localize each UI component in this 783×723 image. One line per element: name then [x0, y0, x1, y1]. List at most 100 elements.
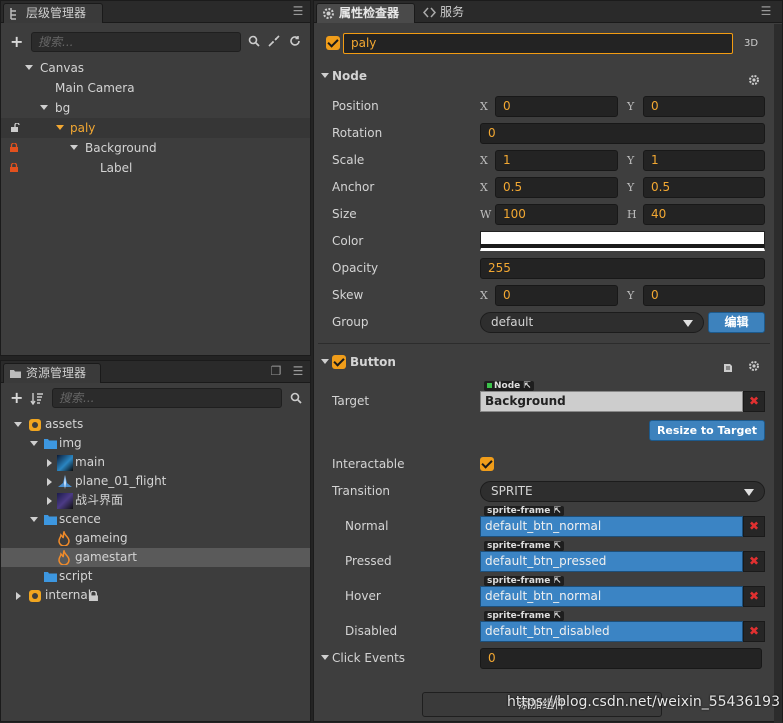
anchor-x-input[interactable]: 0.5 — [495, 177, 618, 198]
tab-assets[interactable]: 资源管理器 — [3, 363, 101, 383]
transition-select[interactable]: SPRITE — [480, 481, 765, 502]
mode-3d-toggle[interactable]: 3D — [744, 38, 758, 49]
scale-x-input[interactable]: 1 — [495, 150, 618, 171]
external-link-icon[interactable]: ⇱ — [523, 381, 531, 391]
sort-icon[interactable] — [30, 392, 44, 408]
help-book-icon[interactable] — [723, 357, 733, 372]
popout-icon[interactable]: ❐ — [270, 365, 282, 377]
hierarchy-search-input[interactable]: 搜索... — [31, 32, 241, 52]
tab-hierarchy[interactable]: 层级管理器 — [3, 3, 103, 23]
position-y-axis[interactable]: Y — [627, 96, 634, 117]
anchor-x-axis[interactable]: X — [480, 177, 488, 198]
external-link-icon[interactable]: ⇱ — [554, 506, 562, 516]
resize-to-target-button[interactable]: Resize to Target — [649, 420, 765, 441]
node-name-input[interactable]: paly — [343, 33, 733, 54]
lock-icon[interactable] — [10, 143, 18, 152]
inspector-menu-icon[interactable]: ☰ — [760, 5, 772, 17]
click-events-count-input[interactable]: 0 — [480, 648, 762, 669]
group-select[interactable]: default — [480, 312, 704, 333]
position-x-input[interactable]: 0 — [495, 96, 618, 117]
pressed-sprite-field[interactable]: default_btn_pressed — [480, 551, 743, 572]
node-section-header[interactable]: Node — [314, 64, 782, 88]
disabled-clear-button[interactable]: ✖ — [743, 621, 765, 642]
expand-arrow-icon[interactable] — [40, 105, 48, 110]
scale-y-input[interactable]: 1 — [643, 150, 765, 171]
skew-x-axis[interactable]: X — [480, 285, 488, 306]
skew-y-axis[interactable]: Y — [627, 285, 634, 306]
expand-arrow-icon[interactable] — [25, 65, 33, 70]
color-swatch[interactable] — [480, 231, 765, 251]
collapse-icon[interactable] — [268, 35, 280, 50]
expand-arrow-icon[interactable] — [47, 497, 52, 505]
asset-battle-ui[interactable]: 战斗界面 — [1, 491, 310, 510]
size-h-input[interactable]: 40 — [643, 204, 765, 225]
asset-plane-flight[interactable]: plane_01_flight — [1, 472, 310, 491]
asset-img[interactable]: img — [1, 434, 310, 453]
position-y-input[interactable]: 0 — [643, 96, 765, 117]
settings-gear-icon[interactable] — [748, 70, 760, 85]
button-section-header[interactable]: Button — [314, 350, 782, 374]
asset-assets[interactable]: assets — [1, 415, 310, 434]
tab-services[interactable]: 服务 — [418, 3, 478, 23]
target-field[interactable]: Background — [480, 391, 743, 412]
hover-sprite-field[interactable]: default_btn_normal — [480, 586, 743, 607]
add-asset-icon[interactable]: + — [10, 390, 23, 406]
asset-internal[interactable]: internal — [1, 586, 310, 605]
expand-arrow-icon[interactable] — [47, 478, 52, 486]
refresh-icon[interactable] — [289, 35, 301, 50]
asset-gamestart[interactable]: gamestart — [1, 548, 310, 567]
hover-clear-button[interactable]: ✖ — [743, 586, 765, 607]
unlock-icon[interactable] — [10, 123, 20, 132]
anchor-y-axis[interactable]: Y — [627, 177, 634, 198]
tree-node-background[interactable]: Background — [1, 138, 310, 158]
search-icon[interactable] — [290, 392, 302, 407]
assets-search-input[interactable]: 搜索... — [52, 388, 282, 408]
pressed-clear-button[interactable]: ✖ — [743, 551, 765, 572]
skew-y-input[interactable]: 0 — [643, 285, 765, 306]
disabled-sprite-field[interactable]: default_btn_disabled — [480, 621, 743, 642]
collapse-arrow-icon[interactable] — [321, 73, 329, 78]
button-enabled-checkbox[interactable] — [332, 355, 346, 369]
anchor-y-input[interactable]: 0.5 — [643, 177, 765, 198]
external-link-icon[interactable]: ⇱ — [554, 576, 562, 586]
size-w-input[interactable]: 100 — [495, 204, 618, 225]
position-x-axis[interactable]: X — [480, 96, 488, 117]
asset-script[interactable]: script — [1, 567, 310, 586]
tab-inspector[interactable]: 属性检查器 — [316, 3, 415, 23]
tree-node-paly[interactable]: paly — [1, 118, 310, 138]
asset-scence[interactable]: scence — [1, 510, 310, 529]
tree-node-canvas[interactable]: Canvas — [1, 58, 310, 78]
collapse-arrow-icon[interactable] — [321, 359, 329, 364]
asset-main[interactable]: main — [1, 453, 310, 472]
scale-x-axis[interactable]: X — [480, 150, 488, 171]
normal-sprite-field[interactable]: default_btn_normal — [480, 516, 743, 537]
expand-arrow-icon[interactable] — [30, 517, 38, 522]
scale-y-axis[interactable]: Y — [627, 150, 634, 171]
search-icon[interactable] — [248, 35, 260, 50]
normal-clear-button[interactable]: ✖ — [743, 516, 765, 537]
external-link-icon[interactable]: ⇱ — [554, 541, 562, 551]
external-link-icon[interactable]: ⇱ — [554, 611, 562, 621]
expand-arrow-icon[interactable] — [30, 441, 38, 446]
asset-gameing[interactable]: gameing — [1, 529, 310, 548]
settings-gear-icon[interactable] — [748, 356, 760, 371]
lock-icon[interactable] — [10, 163, 18, 172]
expand-arrow-icon[interactable] — [47, 459, 52, 467]
expand-arrow-icon[interactable] — [14, 422, 22, 427]
hierarchy-menu-icon[interactable]: ☰ — [292, 5, 304, 17]
expand-arrow-icon[interactable] — [16, 592, 21, 600]
expand-arrow-icon[interactable] — [56, 125, 64, 130]
target-clear-button[interactable]: ✖ — [743, 391, 765, 412]
skew-x-input[interactable]: 0 — [495, 285, 618, 306]
click-events-arrow-icon[interactable] — [321, 655, 329, 660]
tree-node-bg[interactable]: bg — [1, 98, 310, 118]
add-node-icon[interactable]: + — [10, 34, 23, 50]
expand-arrow-icon[interactable] — [70, 145, 78, 150]
rotation-input[interactable]: 0 — [480, 123, 765, 144]
node-active-checkbox[interactable] — [326, 36, 340, 50]
tree-node-main-camera[interactable]: Main Camera — [1, 78, 310, 98]
group-edit-button[interactable]: 编辑 — [708, 312, 765, 333]
size-h-axis[interactable]: H — [627, 204, 637, 225]
assets-menu-icon[interactable]: ☰ — [292, 365, 304, 377]
size-w-axis[interactable]: W — [480, 204, 491, 225]
